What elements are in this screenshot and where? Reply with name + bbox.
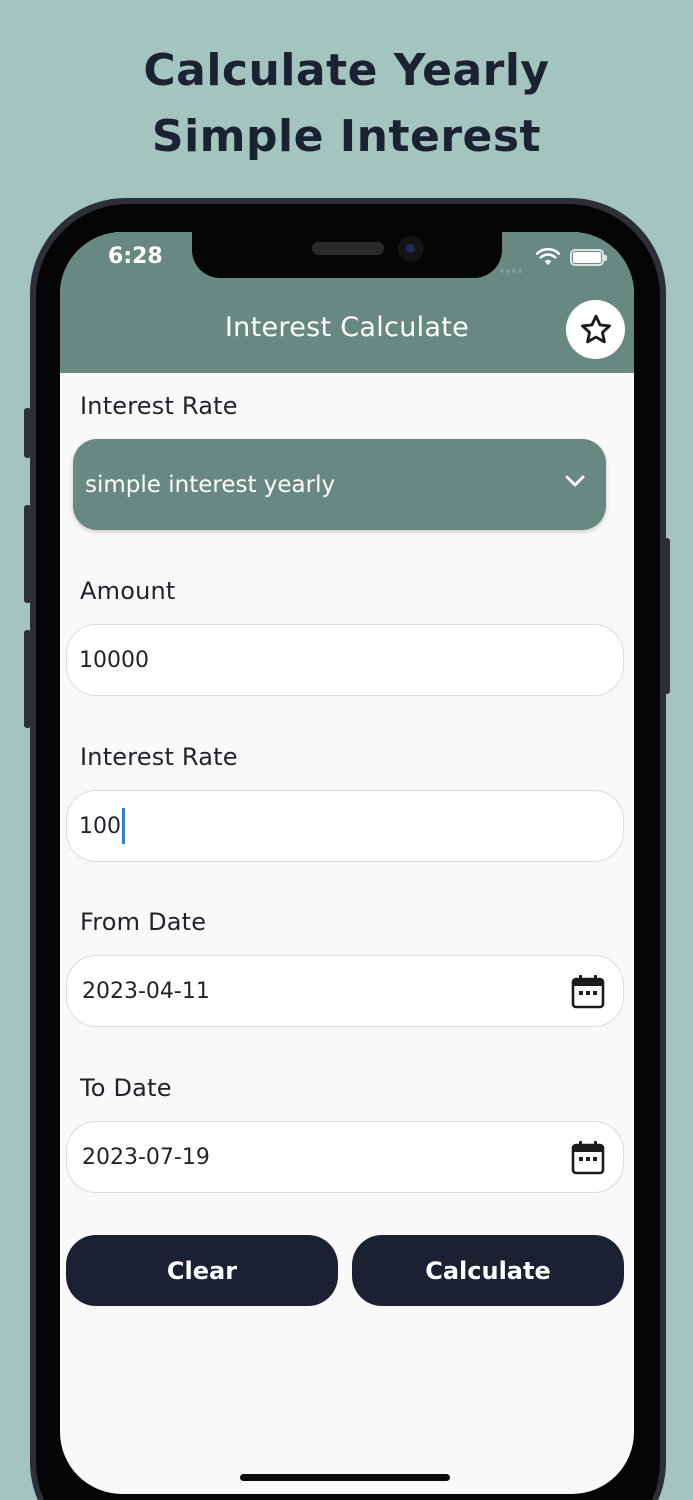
- from-date-value: 2023-04-11: [82, 978, 210, 1004]
- interest-type-dropdown[interactable]: simple interest yearly: [73, 439, 606, 530]
- headline-line-2: Simple Interest: [151, 111, 542, 162]
- text-cursor: [122, 808, 125, 844]
- notch: [192, 232, 502, 278]
- headline-line-1: Calculate Yearly: [143, 45, 550, 96]
- interest-rate-value: 100: [79, 813, 121, 839]
- amount-value: 10000: [79, 647, 149, 673]
- phone-volume-up: [24, 505, 31, 603]
- clear-button[interactable]: Clear: [66, 1235, 338, 1306]
- to-date-label: To Date: [80, 1074, 172, 1102]
- phone-power-button: [664, 538, 670, 694]
- calendar-icon[interactable]: [571, 1140, 605, 1176]
- interest-type-selected: simple interest yearly: [85, 471, 336, 498]
- phone-volume-down: [24, 630, 31, 728]
- status-time: 6:28: [108, 244, 163, 269]
- chevron-down-icon: [565, 475, 585, 487]
- favorite-button[interactable]: [566, 300, 625, 359]
- amount-label: Amount: [80, 577, 176, 605]
- cellular-signal-icon: [500, 260, 530, 273]
- to-date-field[interactable]: 2023-07-19: [66, 1121, 624, 1193]
- amount-input[interactable]: 10000: [66, 624, 624, 696]
- interest-rate-input[interactable]: 100: [66, 790, 624, 862]
- from-date-label: From Date: [80, 908, 207, 936]
- from-date-field[interactable]: 2023-04-11: [66, 955, 624, 1027]
- promo-headline: Calculate Yearly Simple Interest: [0, 38, 693, 170]
- to-date-value: 2023-07-19: [82, 1144, 210, 1170]
- speaker-grille: [312, 242, 384, 255]
- app-title: Interest Calculate: [224, 312, 470, 343]
- home-indicator: [240, 1474, 450, 1481]
- battery-icon: [570, 249, 607, 266]
- star-outline-icon: [580, 314, 611, 343]
- interest-rate-label: Interest Rate: [80, 743, 238, 771]
- calendar-icon[interactable]: [571, 974, 605, 1010]
- phone-screen: 6:28 Interest Calculate Interest Rate si…: [60, 232, 634, 1494]
- front-camera: [398, 236, 424, 262]
- phone-silent-switch: [24, 408, 31, 458]
- calculate-button[interactable]: Calculate: [352, 1235, 624, 1306]
- wifi-icon: [536, 248, 560, 265]
- interest-type-label: Interest Rate: [80, 392, 238, 420]
